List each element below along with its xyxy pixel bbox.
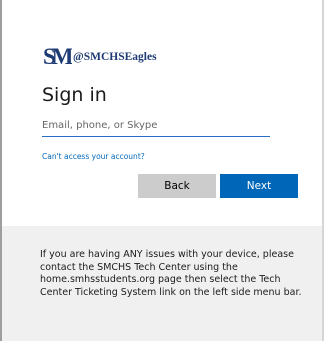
email-input[interactable] <box>42 114 270 137</box>
sm-monogram-logo-icon: SM <box>43 44 72 67</box>
signin-card: SM @SMCHSEagles Sign in Can't access you… <box>2 0 322 226</box>
back-button[interactable]: Back <box>138 174 216 198</box>
next-button[interactable]: Next <box>220 174 298 198</box>
organization-logo: SM @SMCHSEagles <box>42 42 157 68</box>
cant-access-account-link[interactable]: Can't access your account? <box>42 152 145 161</box>
page-title: Sign in <box>42 84 107 106</box>
svg-text:SM: SM <box>43 44 72 67</box>
organization-name: @SMCHSEagles <box>73 51 157 63</box>
help-text: If you are having ANY issues with your d… <box>40 249 302 298</box>
